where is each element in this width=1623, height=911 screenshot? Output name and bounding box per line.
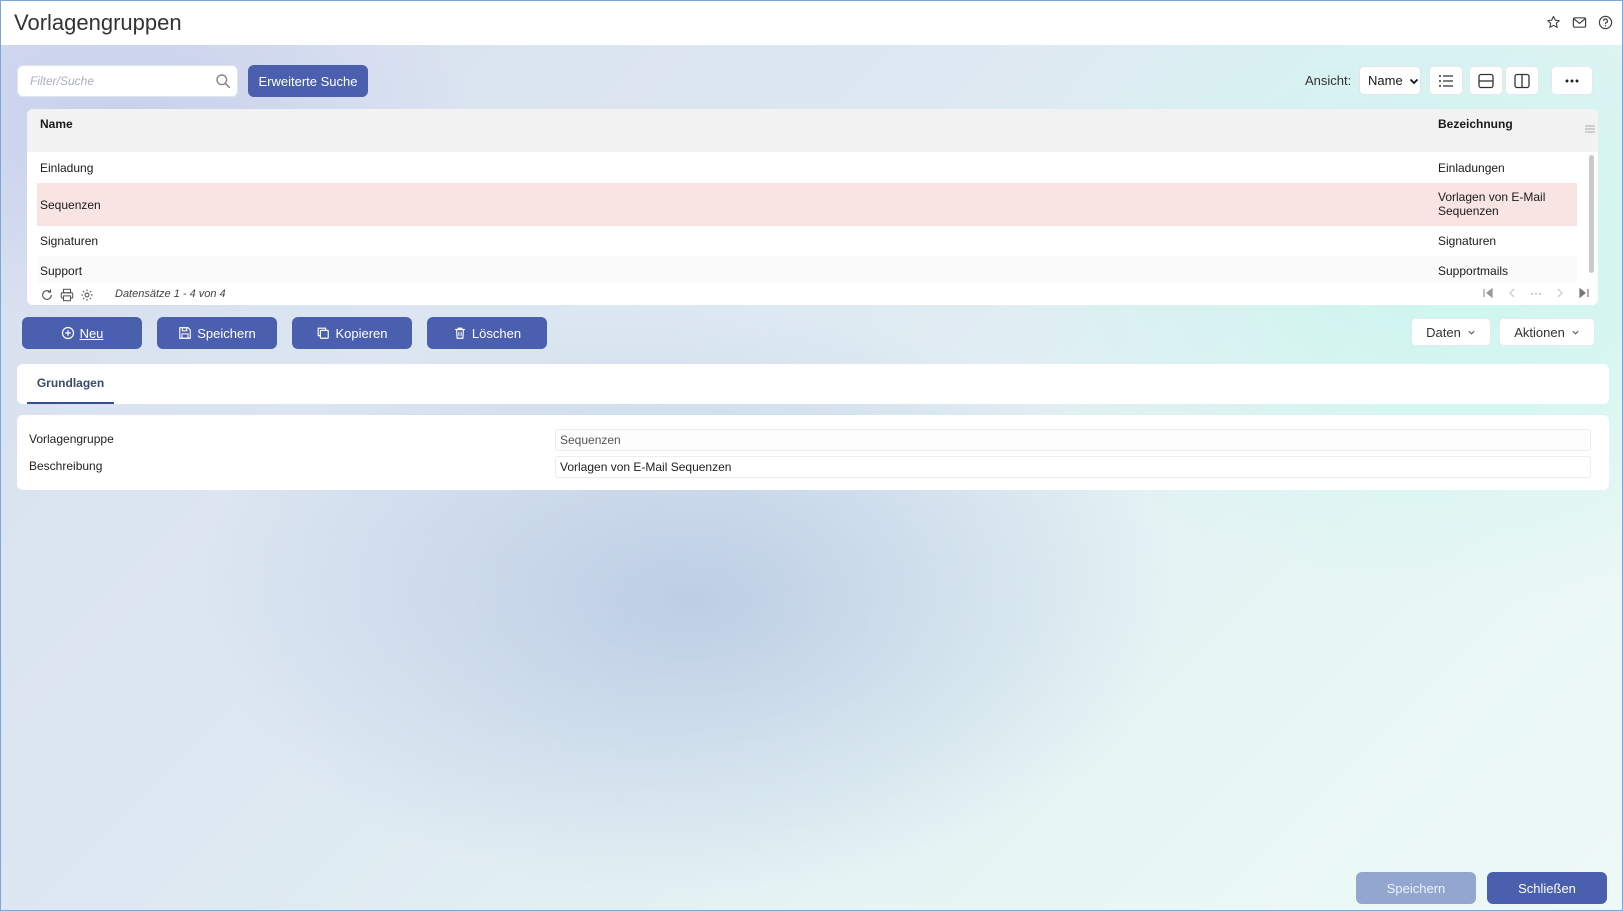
beschreibung-field[interactable]	[555, 456, 1591, 478]
cell-bezeichnung-line1: Vorlagen von E-Mail	[1438, 190, 1546, 204]
vertical-split-button[interactable]	[1505, 66, 1539, 95]
first-page-icon[interactable]	[1482, 287, 1494, 299]
advanced-search-button[interactable]: Erweiterte Suche	[248, 65, 368, 97]
next-page-icon[interactable]	[1554, 287, 1566, 299]
grid-footer-icons	[40, 288, 94, 302]
cell-bezeichnung: Supportmails	[1438, 264, 1509, 278]
new-button-label: Neu	[79, 325, 104, 341]
copy-icon	[318, 327, 330, 339]
last-page-icon[interactable]	[1578, 287, 1590, 299]
cell-name: Signaturen	[40, 234, 99, 248]
list-icon	[1439, 74, 1453, 87]
view-label: Ansicht:	[1305, 73, 1352, 88]
delete-button[interactable]: Löschen	[427, 317, 547, 349]
delete-button-label: Löschen	[471, 325, 522, 341]
save-button[interactable]: Speichern	[157, 317, 277, 349]
horizontal-split-button[interactable]	[1469, 66, 1503, 95]
grid-footer: Datensätze 1 - 4 von 4 ···	[27, 283, 1598, 305]
record-count: Datensätze 1 - 4 von 4	[115, 288, 226, 300]
plus-circle-icon	[61, 326, 74, 340]
table-row[interactable]: Signaturen Signaturen	[37, 226, 1577, 256]
trash-icon	[455, 327, 465, 339]
list-view-button[interactable]	[1429, 66, 1463, 95]
split-vertical-icon	[1514, 73, 1530, 88]
close-button[interactable]: Schließen	[1487, 872, 1607, 904]
page-title: Vorlagengruppen	[14, 10, 182, 35]
pager-ellipsis[interactable]: ···	[1530, 287, 1542, 299]
table-row-selected[interactable]: Sequenzen Vorlagen von E-Mail Sequenzen	[37, 183, 1577, 226]
refresh-icon[interactable]	[40, 288, 54, 302]
search-icon[interactable]	[215, 73, 231, 89]
cell-bezeichnung: Signaturen	[1438, 234, 1497, 248]
copy-button-label: Kopieren	[335, 325, 388, 341]
data-dropdown-button[interactable]: Daten	[1411, 318, 1491, 346]
actions-dropdown-button[interactable]: Aktionen	[1499, 318, 1595, 346]
chevron-down-icon	[1572, 330, 1579, 335]
table-row[interactable]: Einladung Einladungen	[37, 152, 1577, 183]
vorlagengruppe-label: Vorlagengruppe	[29, 432, 114, 446]
star-icon[interactable]	[1544, 13, 1562, 31]
cell-bezeichnung-line2: Sequenzen	[1438, 204, 1499, 218]
mail-icon[interactable]	[1570, 13, 1588, 31]
more-horizontal-icon	[1565, 79, 1579, 82]
cell-bezeichnung: Einladungen	[1438, 161, 1505, 175]
pager: ···	[1482, 287, 1590, 299]
detail-form: Vorlagengruppe Beschreibung	[17, 415, 1609, 490]
cell-name: Sequenzen	[40, 198, 101, 212]
print-icon[interactable]	[60, 288, 74, 302]
search-input[interactable]	[18, 66, 208, 96]
cell-name: Support	[40, 264, 83, 278]
title-icons	[1544, 13, 1614, 31]
data-dropdown-label: Daten	[1426, 324, 1461, 340]
help-icon[interactable]	[1596, 13, 1614, 31]
save-icon	[179, 327, 192, 339]
copy-button[interactable]: Kopieren	[292, 317, 412, 349]
column-header-name[interactable]: Name	[40, 117, 73, 131]
view-select[interactable]: Name	[1359, 66, 1421, 95]
actions-dropdown-label: Aktionen	[1514, 324, 1565, 340]
cell-bezeichnung: Vorlagen von E-Mail Sequenzen	[1438, 190, 1545, 218]
prev-page-icon[interactable]	[1506, 287, 1518, 299]
split-horizontal-icon	[1478, 73, 1494, 88]
beschreibung-label: Beschreibung	[29, 459, 103, 473]
table-row[interactable]: Support Supportmails	[37, 256, 1577, 283]
more-options-button[interactable]	[1551, 66, 1593, 95]
grid-header: Name Bezeichnung	[27, 109, 1598, 152]
vorlagengruppe-field[interactable]	[555, 429, 1591, 451]
title-bar: Vorlagengruppen	[1, 1, 1622, 45]
column-menu-icon[interactable]	[1584, 123, 1596, 135]
grid-scrollbar[interactable]	[1589, 155, 1594, 273]
search-box	[17, 65, 238, 97]
tabs-panel: Grundlagen	[17, 364, 1609, 404]
view-select-value: Name	[1368, 73, 1403, 88]
new-button[interactable]: Neu	[22, 317, 142, 349]
footer-save-button[interactable]: Speichern	[1356, 872, 1476, 904]
data-grid: Name Bezeichnung Einladung Einladungen S…	[27, 109, 1598, 305]
chevron-down-icon	[1409, 78, 1418, 84]
save-button-label: Speichern	[197, 325, 256, 341]
tab-grundlagen[interactable]: Grundlagen	[27, 364, 114, 404]
chevron-down-icon	[1468, 330, 1475, 335]
settings-gear-icon[interactable]	[80, 288, 94, 302]
cell-name: Einladung	[40, 161, 94, 175]
column-header-bezeichnung[interactable]: Bezeichnung	[1438, 117, 1513, 131]
